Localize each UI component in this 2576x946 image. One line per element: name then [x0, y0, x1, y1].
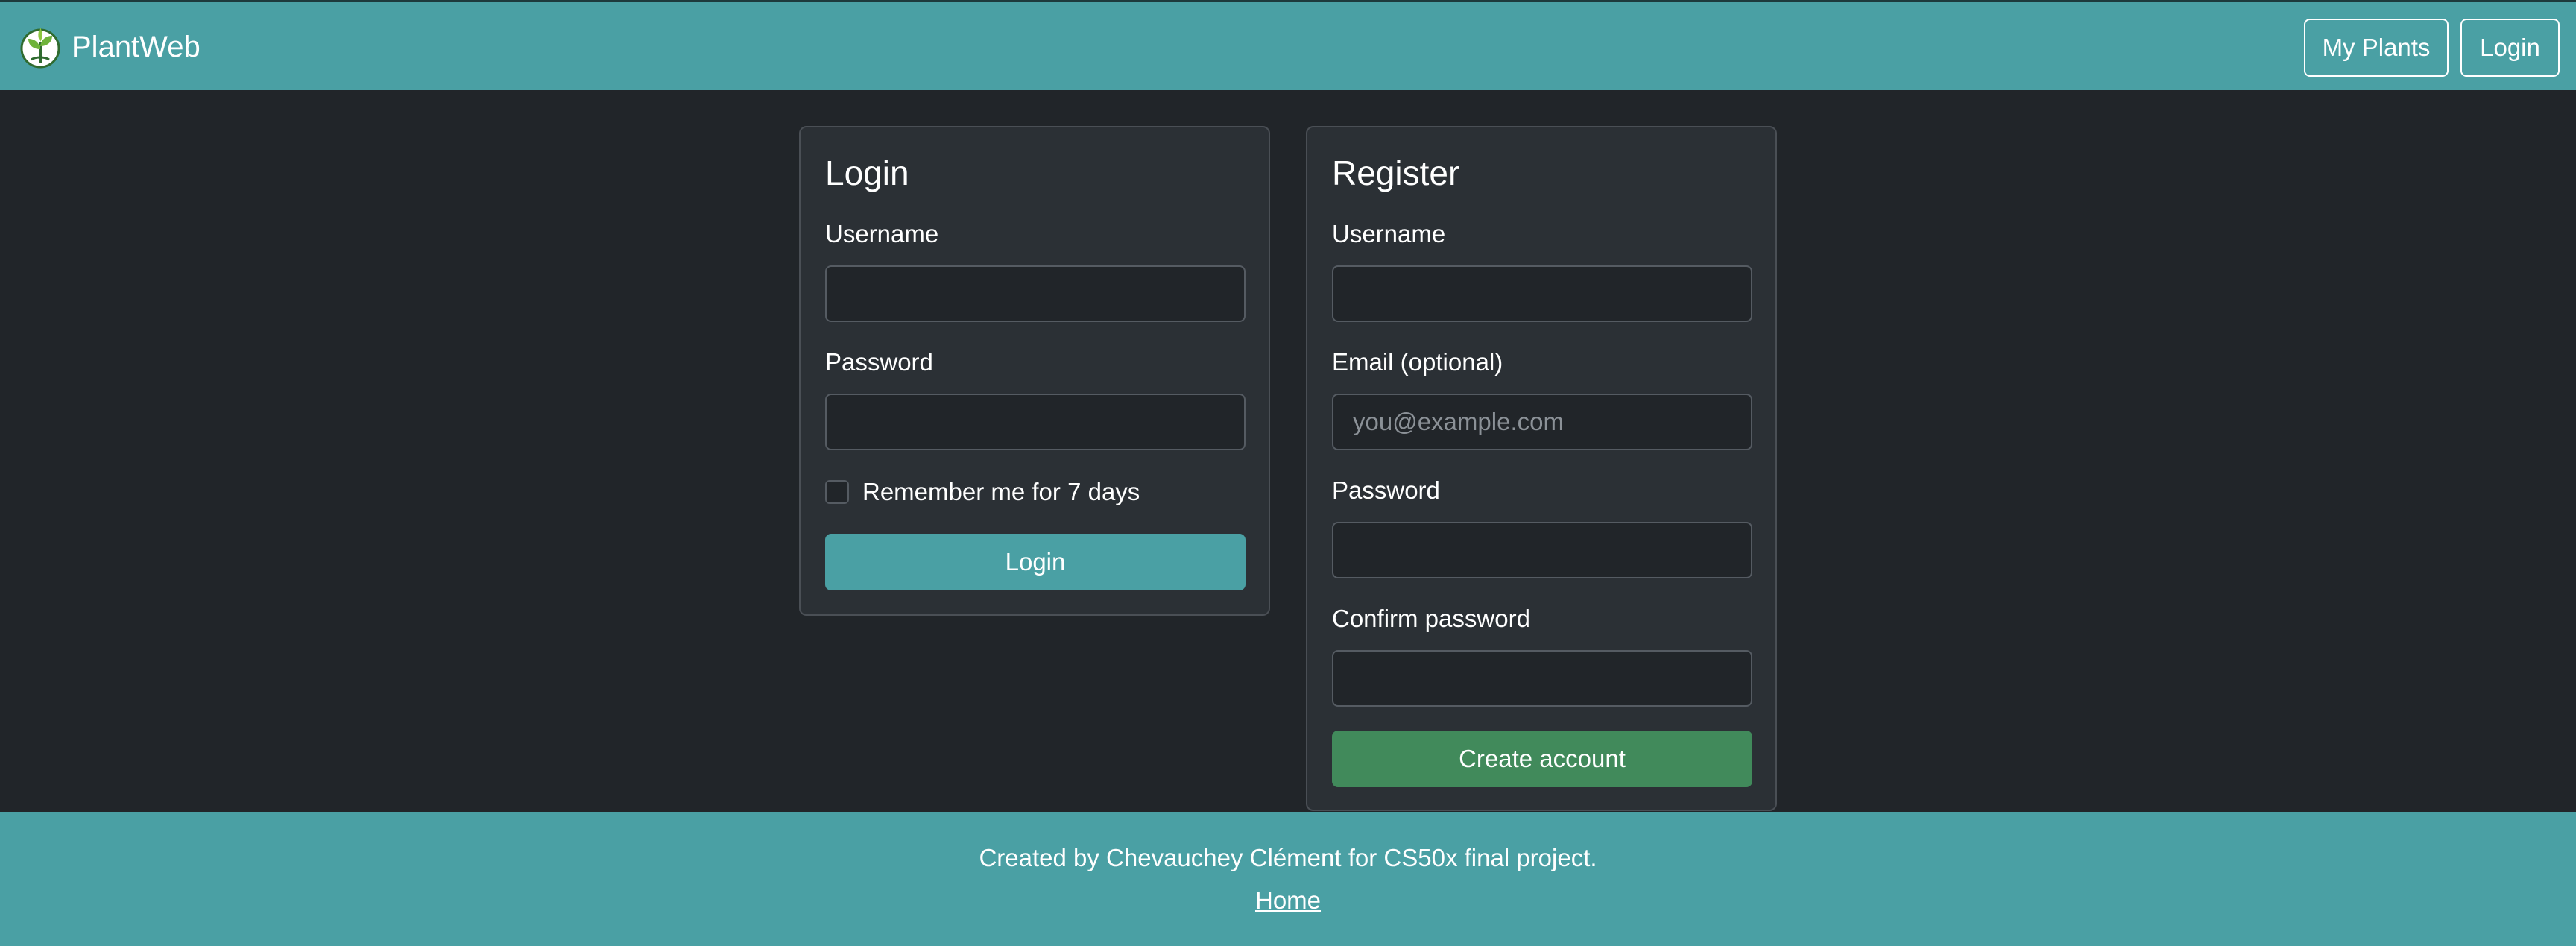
footer-credit: Created by Chevauchey Clément for CS50x …: [979, 844, 1597, 871]
register-confirm-label: Confirm password: [1332, 605, 1530, 632]
footer: Created by Chevauchey Clément for CS50x …: [0, 812, 2576, 946]
register-username-input[interactable]: [1332, 265, 1752, 322]
register-email-label: Email (optional): [1332, 348, 1503, 376]
footer-home-container: Home: [0, 886, 2576, 915]
brand-link[interactable]: PlantWeb: [19, 23, 201, 71]
register-card: Register Username Email (optional) Passw…: [1306, 126, 1777, 811]
register-password-input[interactable]: [1332, 522, 1752, 578]
login-submit-button[interactable]: Login: [825, 534, 1246, 590]
footer-home-link[interactable]: Home: [1255, 886, 1321, 914]
login-title: Login: [825, 154, 909, 192]
register-title: Register: [1332, 154, 1460, 192]
login-card: Login Username Password Remember me for …: [799, 126, 1270, 616]
register-username-label: Username: [1332, 220, 1446, 247]
plant-logo-icon: [20, 28, 60, 69]
brand-name: PlantWeb: [72, 30, 201, 63]
login-password-input[interactable]: [825, 394, 1246, 450]
remember-me-checkbox[interactable]: [825, 480, 849, 504]
login-username-input[interactable]: [825, 265, 1246, 322]
my-plants-button[interactable]: My Plants: [2304, 19, 2449, 77]
login-password-label: Password: [825, 348, 933, 376]
navbar: PlantWeb My Plants Login: [0, 0, 2576, 90]
login-username-label: Username: [825, 220, 939, 247]
remember-me-row[interactable]: Remember me for 7 days: [825, 478, 1140, 506]
register-password-label: Password: [1332, 476, 1440, 504]
remember-me-label[interactable]: Remember me for 7 days: [862, 478, 1140, 506]
register-email-input[interactable]: [1332, 394, 1752, 450]
create-account-button[interactable]: Create account: [1332, 731, 1752, 787]
nav-login-button[interactable]: Login: [2460, 19, 2560, 77]
register-confirm-input[interactable]: [1332, 650, 1752, 707]
